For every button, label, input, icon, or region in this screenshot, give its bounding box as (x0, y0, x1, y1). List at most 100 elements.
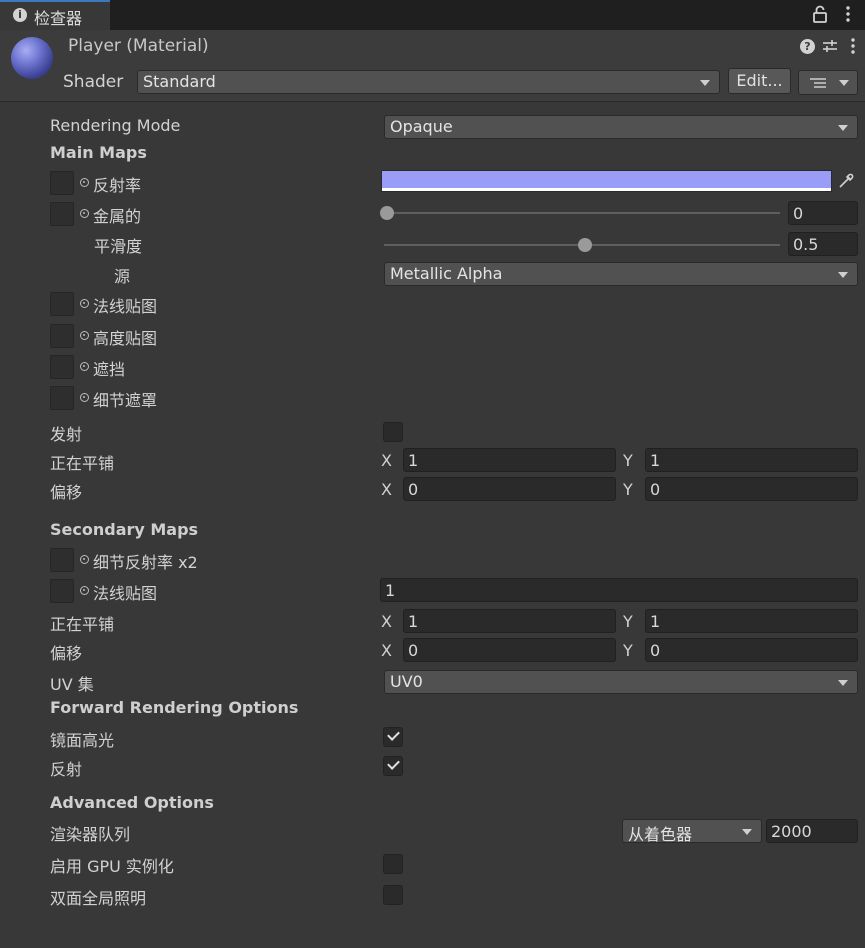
reflections-checkbox[interactable] (383, 756, 403, 776)
shader-dropdown[interactable]: Standard (137, 70, 720, 94)
smoothness-label: 平滑度 (94, 237, 143, 256)
list-icon (810, 78, 826, 88)
occlusion-slot[interactable] (50, 355, 74, 379)
object-picker-icon[interactable] (80, 209, 89, 218)
material-header: Player (Material) ? Shader Standard Edit… (0, 30, 865, 102)
source-value: Metallic Alpha (390, 264, 503, 283)
chevron-down-icon (838, 680, 848, 686)
offset-x-label: X (381, 480, 392, 499)
uv-set-label: UV 集 (50, 675, 94, 694)
object-picker-icon[interactable] (80, 362, 89, 371)
albedo-color-field[interactable] (381, 170, 832, 192)
secondary-maps-header: Secondary Maps (50, 520, 199, 539)
component-menu-icon[interactable] (848, 37, 858, 55)
material-preview-sphere (11, 37, 53, 79)
uv-set-dropdown[interactable]: UV0 (384, 670, 858, 694)
albedo-texture-slot[interactable] (50, 171, 74, 195)
offset-x-value: 0 (408, 480, 419, 499)
offset-y-value: 0 (650, 480, 661, 499)
offset-y-label: Y (623, 480, 633, 499)
chevron-down-icon (742, 829, 752, 835)
normal-map-label: 法线贴图 (93, 297, 158, 316)
offset-y-field[interactable]: 0 (645, 477, 858, 501)
tiling-y-value: 1 (650, 451, 661, 470)
metallic-slider-track[interactable] (384, 212, 780, 214)
detail-albedo-slot[interactable] (50, 548, 74, 572)
presets-icon[interactable] (822, 37, 838, 55)
specular-highlights-label: 镜面高光 (50, 731, 115, 750)
secondary-offset-x-label: X (381, 641, 392, 660)
secondary-tiling-y-field[interactable]: 1 (645, 609, 858, 633)
object-picker-icon[interactable] (80, 586, 89, 595)
lock-icon[interactable] (812, 5, 828, 23)
edit-shader-button[interactable]: Edit... (728, 68, 791, 94)
offset-x-field[interactable]: 0 (403, 477, 616, 501)
check-icon (387, 757, 400, 770)
window-menu-icon[interactable] (843, 5, 853, 23)
normal-map-slot[interactable] (50, 292, 74, 316)
advanced-options-header: Advanced Options (50, 793, 214, 812)
shader-options-button[interactable] (798, 70, 858, 95)
secondary-offset-y-label: Y (623, 641, 633, 660)
secondary-tiling-label: 正在平铺 (50, 615, 115, 634)
secondary-normal-slot[interactable] (50, 579, 74, 603)
object-picker-icon[interactable] (80, 299, 89, 308)
shader-label: Shader (63, 72, 124, 92)
secondary-offset-x-field[interactable]: 0 (403, 638, 616, 662)
secondary-normal-scale-field[interactable]: 1 (380, 578, 858, 602)
detail-mask-slot[interactable] (50, 386, 74, 410)
detail-albedo-label: 细节反射率 x2 (93, 553, 198, 572)
chevron-down-icon (700, 80, 710, 86)
tiling-x-label: X (381, 451, 392, 470)
emission-checkbox[interactable] (383, 422, 403, 442)
tab-bar: i 检查器 (0, 0, 865, 30)
object-picker-icon[interactable] (80, 555, 89, 564)
height-map-label: 高度贴图 (93, 329, 158, 348)
object-picker-icon[interactable] (80, 178, 89, 187)
check-icon (387, 728, 400, 741)
secondary-tiling-y-label: Y (623, 612, 633, 631)
offset-label: 偏移 (50, 483, 83, 502)
secondary-tiling-y-value: 1 (650, 612, 661, 631)
rendering-mode-value: Opaque (390, 117, 453, 136)
object-picker-icon[interactable] (80, 393, 89, 402)
tiling-x-field[interactable]: 1 (403, 448, 616, 472)
metallic-slider-handle[interactable] (380, 206, 394, 220)
metallic-texture-slot[interactable] (50, 202, 74, 226)
metallic-label: 金属的 (93, 207, 142, 226)
secondary-normal-label: 法线贴图 (93, 584, 158, 603)
smoothness-value-field[interactable]: 0.5 (788, 232, 858, 256)
secondary-normal-scale-value: 1 (385, 581, 396, 600)
albedo-label: 反射率 (93, 176, 142, 195)
forward-rendering-header: Forward Rendering Options (50, 698, 299, 717)
secondary-offset-y-field[interactable]: 0 (645, 638, 858, 662)
smoothness-slider-handle[interactable] (578, 238, 592, 252)
specular-highlights-checkbox[interactable] (383, 727, 403, 747)
tab-inspector-label: 检查器 (34, 9, 83, 28)
emission-label: 发射 (50, 425, 83, 444)
eyedropper-icon[interactable] (836, 172, 856, 190)
rendering-mode-dropdown[interactable]: Opaque (384, 115, 858, 139)
source-label: 源 (114, 267, 131, 286)
double-sided-gi-label: 双面全局照明 (50, 889, 147, 908)
secondary-offset-x-value: 0 (408, 641, 419, 660)
secondary-offset-label: 偏移 (50, 644, 83, 663)
render-queue-value-field[interactable]: 2000 (766, 819, 858, 843)
main-maps-header: Main Maps (50, 143, 147, 162)
tab-inspector[interactable]: i 检查器 (0, 0, 110, 30)
render-queue-mode-dropdown[interactable]: 从着色器 (622, 819, 762, 844)
tiling-y-field[interactable]: 1 (645, 448, 858, 472)
chevron-down-icon (838, 125, 848, 131)
help-icon[interactable]: ? (800, 39, 815, 54)
height-map-slot[interactable] (50, 324, 74, 348)
tiling-x-value: 1 (408, 451, 419, 470)
double-sided-gi-checkbox[interactable] (383, 885, 403, 905)
metallic-value-field[interactable]: 0 (788, 201, 858, 225)
source-dropdown[interactable]: Metallic Alpha (384, 262, 858, 286)
object-picker-icon[interactable] (80, 331, 89, 340)
occlusion-label: 遮挡 (93, 360, 126, 379)
reflections-label: 反射 (50, 760, 83, 779)
secondary-tiling-x-field[interactable]: 1 (403, 609, 616, 633)
smoothness-value: 0.5 (793, 235, 819, 254)
gpu-instancing-checkbox[interactable] (383, 854, 403, 874)
